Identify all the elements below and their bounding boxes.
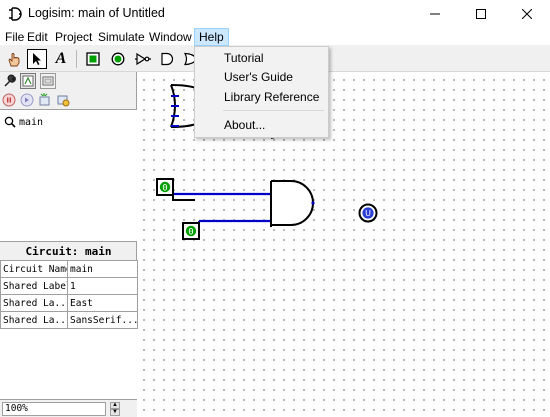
remove-circuit-icon bbox=[57, 95, 70, 107]
left-panel: main Circuit: main Circuit Name main Sha… bbox=[0, 72, 138, 417]
menu-simulate[interactable]: Simulate bbox=[94, 28, 149, 46]
menu-help[interactable]: Help bbox=[194, 28, 229, 46]
or-gate-component[interactable] bbox=[170, 84, 197, 128]
maximize-button[interactable] bbox=[458, 0, 504, 28]
tree-item-main[interactable]: main bbox=[4, 114, 43, 130]
attribute-value[interactable]: 1 bbox=[67, 277, 138, 295]
output-pin[interactable]: U bbox=[358, 203, 378, 223]
explorer-layout-icon bbox=[22, 75, 34, 87]
menu-separator bbox=[223, 110, 324, 111]
attribute-name: Shared La... bbox=[0, 311, 68, 329]
poke-tool-button[interactable] bbox=[4, 49, 24, 69]
menu-project[interactable]: Project bbox=[51, 28, 96, 46]
and-gate-icon bbox=[161, 52, 174, 66]
attribute-name: Shared La... bbox=[0, 294, 68, 312]
output-pin-icon bbox=[111, 52, 125, 66]
logisim-logo-icon bbox=[9, 7, 22, 21]
help-menu-dropdown: Tutorial User's Guide Library Reference … bbox=[194, 46, 329, 138]
not-gate-tool-button[interactable] bbox=[133, 49, 153, 69]
text-tool-icon: A bbox=[55, 50, 67, 67]
help-menu-users-guide[interactable]: User's Guide bbox=[224, 70, 293, 84]
hand-poke-icon bbox=[8, 53, 20, 67]
input-pin-tool-button[interactable] bbox=[83, 49, 103, 69]
attribute-table: Circuit Name main Shared Label 1 Shared … bbox=[0, 260, 138, 329]
minimize-button[interactable] bbox=[412, 0, 458, 28]
zoom-value-field[interactable]: 100% bbox=[2, 402, 106, 416]
zoom-out-spinner[interactable]: ▼ bbox=[110, 409, 120, 416]
attribute-table-title: Circuit: main bbox=[25, 245, 112, 258]
appearance-icon bbox=[42, 76, 54, 86]
step-icon bbox=[20, 93, 34, 107]
input-pin-a-value: 0 bbox=[162, 184, 167, 194]
simulation-stop-button[interactable] bbox=[1, 92, 17, 108]
and-gate-tool-button[interactable] bbox=[157, 49, 177, 69]
text-tool-button[interactable]: A bbox=[51, 49, 71, 69]
attribute-value[interactable]: main bbox=[67, 260, 138, 278]
output-pin-tool-button[interactable] bbox=[108, 49, 128, 69]
tree-item-label: main bbox=[19, 116, 44, 128]
close-icon bbox=[522, 9, 532, 19]
add-circuit-icon bbox=[39, 93, 50, 106]
spinner-up-icon: ▲ bbox=[112, 402, 118, 408]
and-gate-component[interactable] bbox=[270, 180, 315, 226]
table-row: Shared La... SansSerif... bbox=[0, 311, 138, 329]
title-bar: Logisim: main of Untitled bbox=[0, 0, 550, 28]
maximize-icon bbox=[476, 9, 486, 19]
attribute-name: Circuit Name bbox=[0, 260, 68, 278]
attribute-value[interactable]: SansSerif... bbox=[67, 311, 138, 329]
input-pin-a[interactable]: 0 bbox=[156, 178, 174, 196]
simulation-step-button[interactable] bbox=[19, 92, 35, 108]
input-pin-b-value: 0 bbox=[188, 228, 193, 238]
minimize-icon bbox=[430, 13, 440, 15]
toolbar-separator bbox=[76, 50, 77, 68]
magnifier-icon bbox=[4, 116, 16, 128]
menu-bar: File Edit Project Simulate Window Help bbox=[0, 28, 550, 46]
wrench-icon bbox=[4, 74, 16, 87]
table-row: Shared Label 1 bbox=[0, 277, 138, 295]
spinner-down-icon: ▼ bbox=[112, 409, 118, 415]
select-tool-button[interactable] bbox=[27, 49, 47, 69]
select-arrow-icon bbox=[33, 53, 41, 65]
window-title: Logisim: main of Untitled bbox=[28, 6, 165, 20]
remove-circuit-button[interactable] bbox=[55, 92, 71, 108]
attribute-value[interactable]: East bbox=[67, 294, 138, 312]
project-tools-button[interactable] bbox=[2, 73, 18, 89]
help-menu-tutorial[interactable]: Tutorial bbox=[224, 51, 264, 65]
attribute-table-empty-area bbox=[0, 329, 137, 399]
add-circuit-button[interactable] bbox=[37, 92, 53, 108]
menu-edit[interactable]: Edit bbox=[23, 28, 52, 46]
attribute-name: Shared Label bbox=[0, 277, 68, 295]
close-button[interactable] bbox=[504, 0, 550, 28]
menu-window[interactable]: Window bbox=[145, 28, 196, 46]
explorer-tree: main bbox=[0, 109, 137, 242]
stop-icon bbox=[2, 93, 16, 107]
zoom-in-spinner[interactable]: ▲ bbox=[110, 402, 120, 409]
help-menu-about[interactable]: About... bbox=[224, 118, 265, 132]
not-gate-icon bbox=[135, 52, 151, 66]
output-pin-value: U bbox=[365, 209, 371, 218]
input-pin-icon bbox=[86, 52, 100, 66]
table-row: Circuit Name main bbox=[0, 260, 138, 278]
appearance-view-button[interactable] bbox=[40, 73, 56, 89]
zoom-control: 100% ▲ ▼ bbox=[0, 399, 137, 417]
table-row: Shared La... East bbox=[0, 294, 138, 312]
explorer-view-button[interactable] bbox=[20, 73, 36, 89]
help-menu-library-reference[interactable]: Library Reference bbox=[224, 90, 319, 104]
input-pin-b[interactable]: 0 bbox=[182, 222, 200, 240]
